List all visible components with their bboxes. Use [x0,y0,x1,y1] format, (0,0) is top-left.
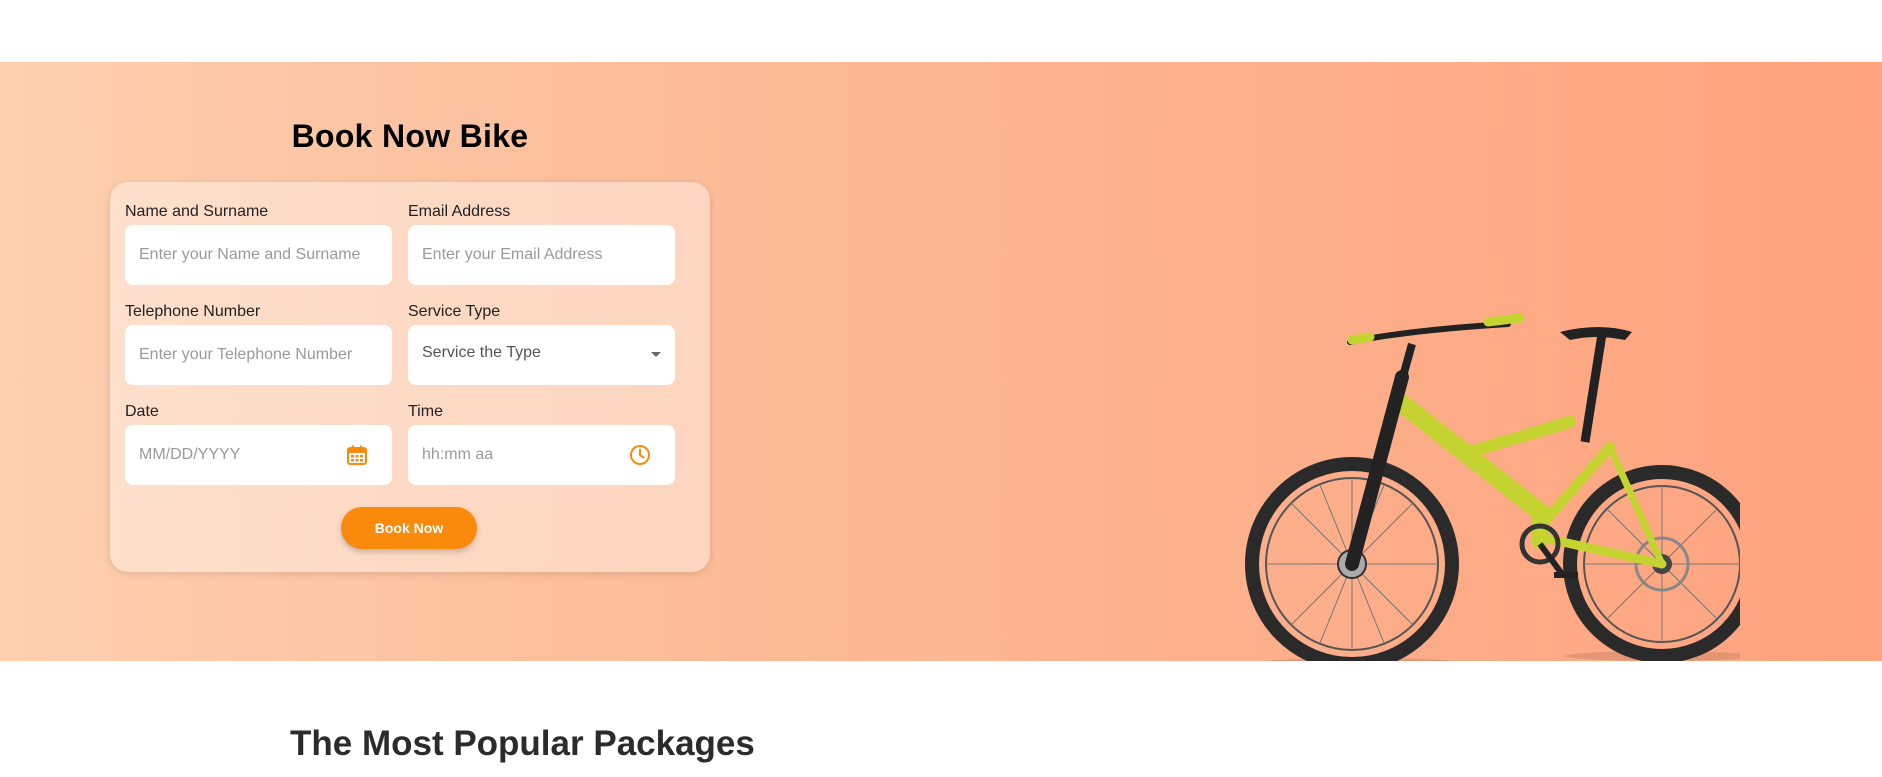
caret-down-icon [651,352,661,357]
name-label: Name and Surname [125,203,269,220]
date-field-group: Date [125,402,392,485]
phone-label: Telephone Number [125,303,261,320]
email-label: Email Address [408,203,511,220]
phone-input-box [125,325,392,385]
service-field-group: Service Type Service the Type [408,302,675,385]
time-input-box [408,425,675,485]
name-field-group: Name and Surname [125,202,392,285]
mountain-bike-image [1245,313,1740,661]
service-selected-value: Service the Type [422,344,541,361]
email-input[interactable] [408,225,675,285]
phone-field-group: Telephone Number [125,302,392,385]
booking-title: Book Now Bike [291,118,529,154]
service-label: Service Type [408,303,501,320]
date-input-box [125,425,392,485]
date-label: Date [125,403,159,420]
phone-input[interactable] [125,325,392,385]
email-input-box [408,225,675,285]
booking-hero: Book Now Bike Name and Surname Email Add… [0,62,1882,661]
book-now-button[interactable]: Book Now [341,507,477,549]
booking-form: Name and Surname Email Address Telephone… [110,182,710,572]
popular-packages-title: The Most Popular Packages [290,724,755,763]
email-field-group: Email Address [408,202,675,285]
name-input[interactable] [125,225,392,285]
clock-icon[interactable] [629,444,651,466]
service-type-select[interactable]: Service the Type [408,325,675,385]
time-field-group: Time [408,402,675,485]
time-label: Time [408,403,443,420]
calendar-icon[interactable] [346,444,368,466]
name-input-box [125,225,392,285]
